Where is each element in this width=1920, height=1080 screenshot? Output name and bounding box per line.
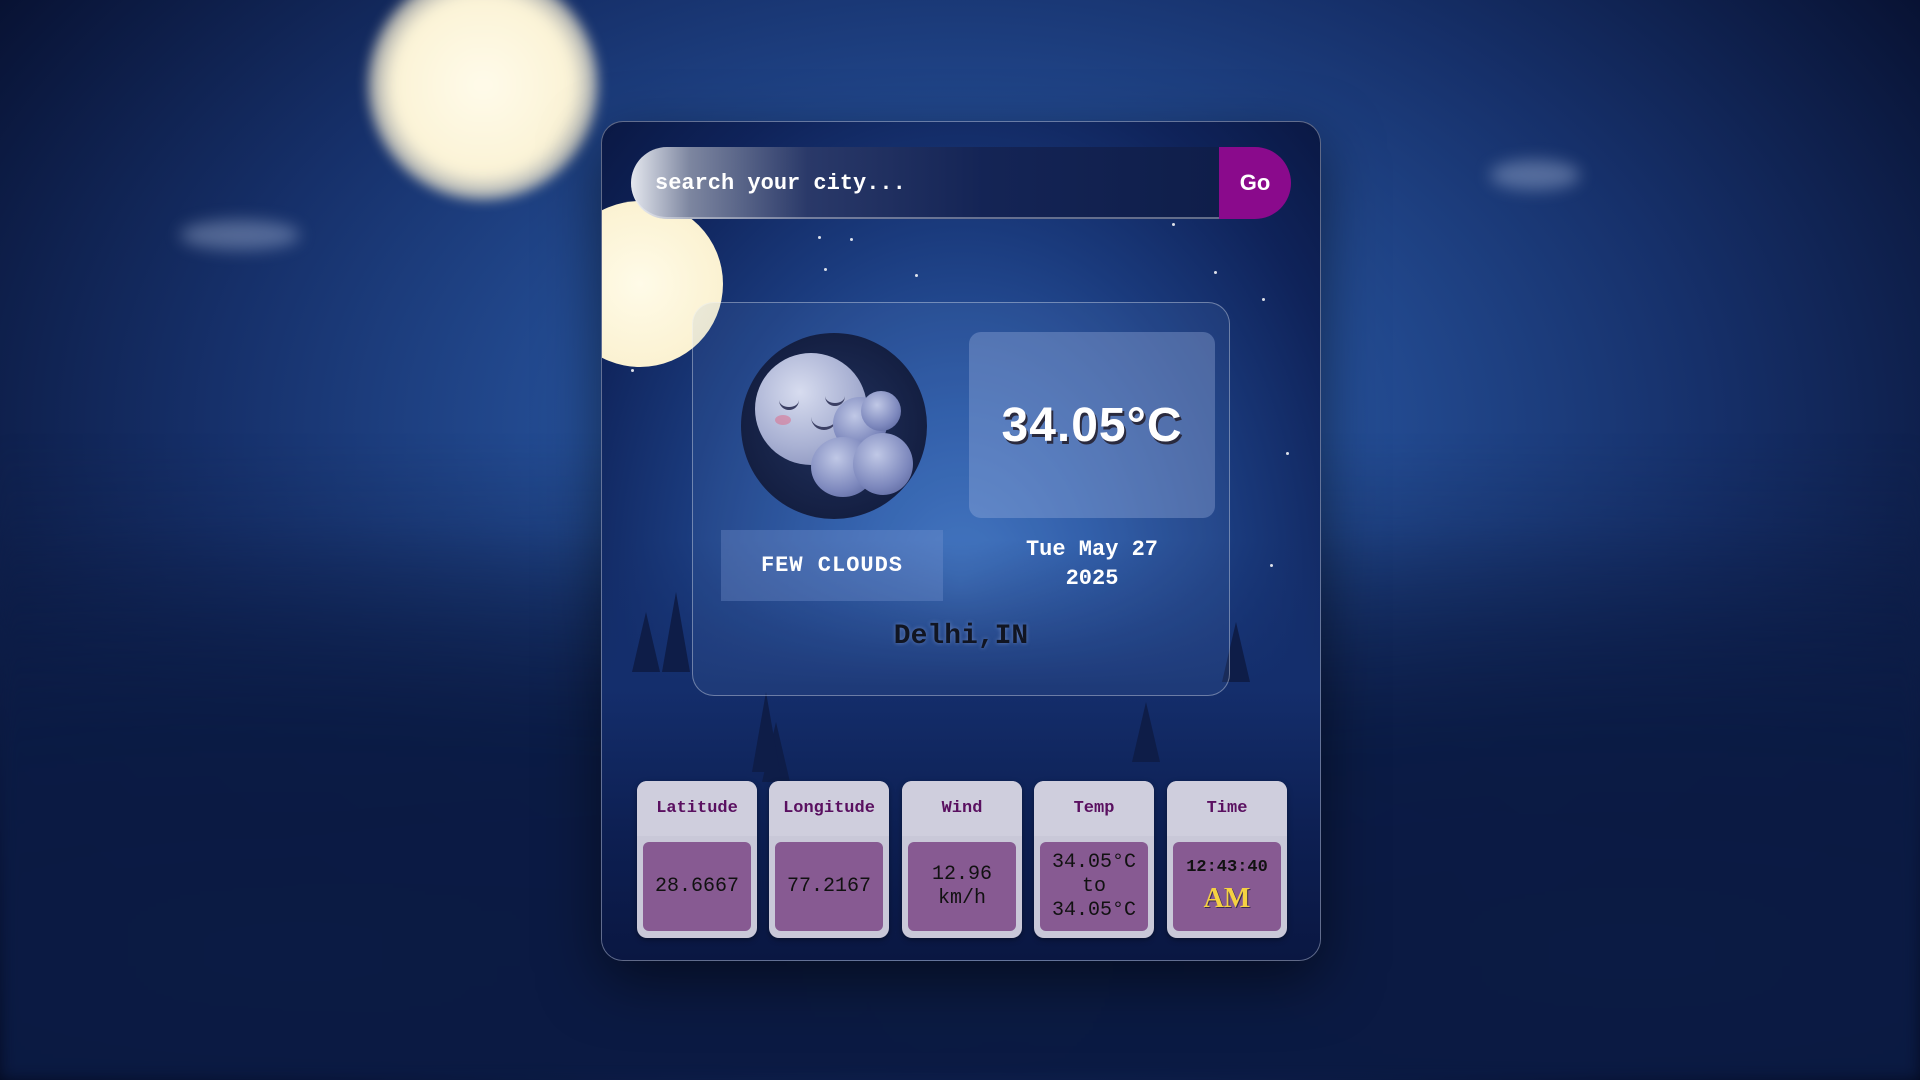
moon-with-clouds-icon <box>741 333 927 519</box>
star <box>1214 271 1217 274</box>
stat-value-box: 12.96 km/h <box>908 842 1016 931</box>
wind-unit: km/h <box>937 886 986 910</box>
temp-max-value: 34.05°C <box>1051 898 1136 922</box>
star <box>824 268 827 271</box>
longitude-value: 77.2167 <box>786 874 871 898</box>
temperature-box: 34.05°C <box>969 332 1215 518</box>
tree <box>632 612 660 672</box>
stat-value-box: 34.05°C to 34.05°C <box>1040 842 1148 931</box>
background-moon <box>368 0 598 200</box>
stat-longitude: Longitude 77.2167 <box>769 781 889 938</box>
condition-box: FEW CLOUDS <box>721 530 943 601</box>
temp-range-separator: to <box>1081 874 1106 898</box>
stat-label: Longitude <box>769 781 889 836</box>
stat-label: Wind <box>902 781 1022 836</box>
stat-value-box: 28.6667 <box>643 842 751 931</box>
star <box>1286 452 1289 455</box>
stat-label: Time <box>1167 781 1287 836</box>
stat-value-box: 77.2167 <box>775 842 883 931</box>
stat-time: Time 12:43:40 AM <box>1167 781 1287 938</box>
star <box>1270 564 1273 567</box>
cloud-puff <box>861 391 901 431</box>
stat-value-box: 12:43:40 AM <box>1173 842 1281 931</box>
stats-row: Latitude 28.6667 Longitude 77.2167 Wind … <box>637 781 1287 938</box>
star <box>1262 298 1265 301</box>
weather-card: Go 34.05°C FEW CLOUDS Tue May 27 2025 De… <box>601 121 1321 961</box>
background-cloud <box>180 220 300 250</box>
search-input[interactable] <box>631 147 1219 219</box>
stat-wind: Wind 12.96 km/h <box>902 781 1022 938</box>
date-display: Tue May 27 2025 <box>969 535 1215 593</box>
tree <box>752 692 780 772</box>
temp-min-value: 34.05°C <box>1051 850 1136 874</box>
stat-temp: Temp 34.05°C to 34.05°C <box>1034 781 1154 938</box>
date-line: Tue May 27 <box>1025 537 1159 562</box>
tree <box>662 592 690 672</box>
tree <box>1132 702 1160 762</box>
background-cloud <box>1490 160 1580 190</box>
weather-info-panel: 34.05°C FEW CLOUDS Tue May 27 2025 Delhi… <box>692 302 1230 696</box>
condition-text: FEW CLOUDS <box>760 553 904 578</box>
temperature-value: 34.05°C <box>1001 398 1183 452</box>
star <box>818 236 821 239</box>
stat-latitude: Latitude 28.6667 <box>637 781 757 938</box>
year-line: 2025 <box>1065 566 1119 591</box>
clock-value: 12:43:40 <box>1186 858 1268 877</box>
cloud-puff <box>853 433 913 495</box>
stat-label: Latitude <box>637 781 757 836</box>
search-bar: Go <box>631 147 1291 219</box>
ampm-indicator: AM <box>1203 883 1251 914</box>
wind-speed-value: 12.96 <box>931 862 992 886</box>
star <box>915 274 918 277</box>
star <box>631 369 634 372</box>
latitude-value: 28.6667 <box>654 874 739 898</box>
stat-label: Temp <box>1034 781 1154 836</box>
star <box>850 238 853 241</box>
moon-cheek <box>775 415 791 425</box>
go-button[interactable]: Go <box>1219 147 1291 219</box>
city-name: Delhi,IN <box>893 621 1029 652</box>
star <box>1172 223 1175 226</box>
